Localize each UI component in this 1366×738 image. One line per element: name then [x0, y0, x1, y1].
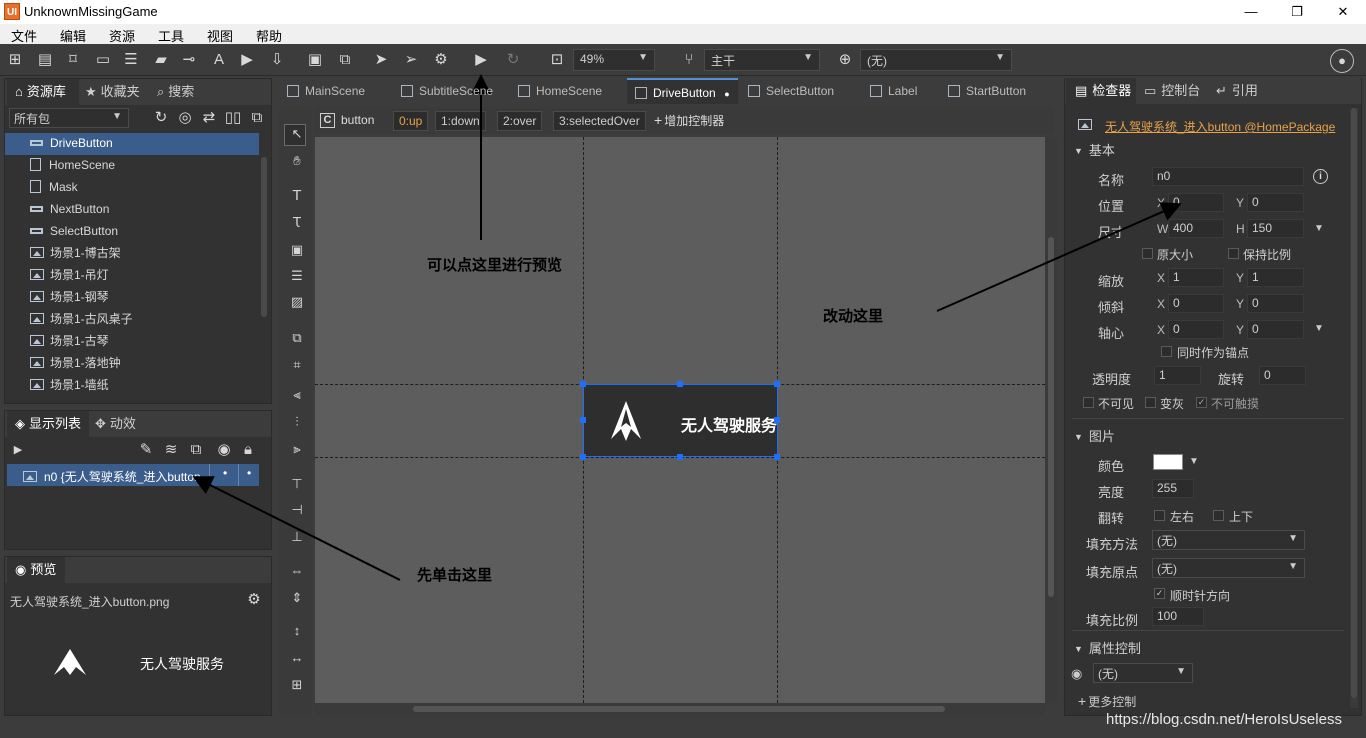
image-icon: [30, 291, 44, 302]
asset-item[interactable]: 场景1-落地钟: [30, 352, 121, 374]
editor-tab-label: StartButton: [966, 84, 1027, 98]
editor-tab[interactable]: SelectButton: [740, 78, 858, 104]
image-icon: [30, 247, 44, 258]
editor-tab[interactable]: HomeScene: [510, 78, 623, 104]
asset-item[interactable]: NextButton: [30, 198, 109, 220]
image-icon: [30, 379, 44, 390]
image-icon: [30, 357, 44, 368]
button-icon: [30, 140, 43, 146]
asset-item-label: 场景1-博古架: [50, 246, 121, 260]
annotation-click-hint: 先单击这里: [417, 567, 493, 584]
component-icon: [748, 85, 760, 97]
asset-item-label: NextButton: [50, 202, 110, 216]
editor-tab-label: SubtitleScene: [419, 84, 494, 98]
asset-item[interactable]: DriveButton: [30, 132, 113, 154]
unsaved-dot-icon: ●: [721, 89, 730, 99]
asset-item-label: HomeScene: [49, 158, 116, 172]
asset-item[interactable]: 场景1-博古架: [30, 242, 121, 264]
editor-tab[interactable]: StartButton: [940, 78, 1040, 104]
asset-item-label: 场景1-墙纸: [50, 378, 109, 392]
component-icon: [30, 180, 41, 193]
editor-tab-label: MainScene: [305, 84, 366, 98]
asset-item[interactable]: 场景1-钢琴: [30, 286, 109, 308]
asset-item[interactable]: 场景1-吊灯: [30, 264, 109, 286]
asset-item[interactable]: HomeScene: [30, 154, 115, 176]
image-icon: [30, 335, 44, 346]
asset-item[interactable]: 场景1-墙纸: [30, 374, 109, 396]
asset-item[interactable]: Mask: [30, 176, 78, 198]
asset-item[interactable]: 场景1-古琴: [30, 330, 109, 352]
component-icon: [635, 87, 647, 99]
image-icon: [30, 269, 44, 280]
editor-tab[interactable]: MainScene: [279, 78, 389, 104]
editor-tab[interactable]: Label: [862, 78, 936, 104]
button-icon: [30, 228, 43, 234]
editor-tab-label: SelectButton: [766, 84, 835, 98]
component-icon: [401, 85, 413, 97]
asset-item[interactable]: 场景1-古风桌子: [30, 308, 133, 330]
annotation-arrows: [192, 74, 1182, 581]
component-icon: [870, 85, 882, 97]
asset-item-label: SelectButton: [50, 224, 119, 238]
component-icon: [518, 85, 530, 97]
asset-item-label: DriveButton: [50, 136, 113, 150]
editor-tab[interactable]: DriveButton ●: [627, 78, 738, 104]
image-icon: [30, 313, 44, 324]
watermark: https://blog.csdn.net/HeroIsUseless: [1106, 711, 1342, 728]
annotation-change-hint: 改动这里: [823, 308, 884, 325]
component-icon: [948, 85, 960, 97]
editor-tab[interactable]: SubtitleScene: [393, 78, 506, 104]
asset-item-label: 场景1-落地钟: [50, 356, 121, 370]
asset-item-label: 场景1-吊灯: [50, 268, 109, 282]
asset-item[interactable]: SelectButton: [30, 220, 118, 242]
asset-item-label: 场景1-古风桌子: [50, 312, 133, 326]
editor-tab-label: DriveButton: [653, 86, 716, 100]
editor-tab-label: HomeScene: [536, 84, 603, 98]
component-icon: [30, 158, 41, 171]
asset-item-label: 场景1-钢琴: [50, 290, 109, 304]
annotation-preview-hint: 可以点这里进行预览: [427, 257, 563, 274]
asset-item-label: Mask: [49, 180, 78, 194]
editor-tab-label: Label: [888, 84, 918, 98]
button-icon: [30, 206, 43, 212]
asset-item-label: 场景1-古琴: [50, 334, 109, 348]
component-icon: [287, 85, 299, 97]
